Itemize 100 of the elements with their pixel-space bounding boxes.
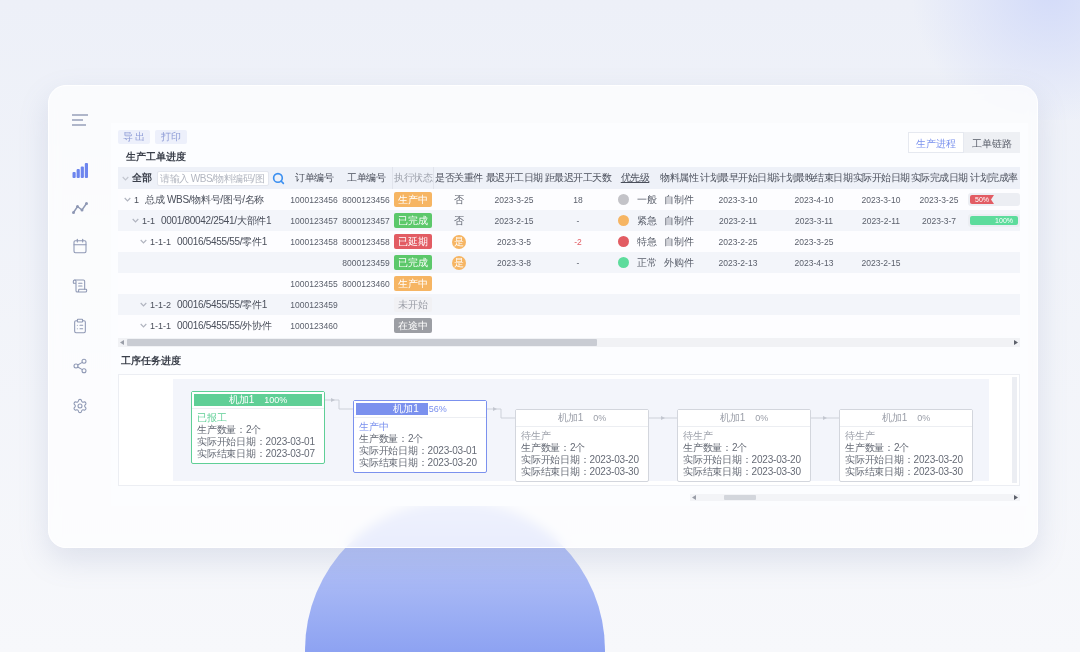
bar-chart-icon[interactable] [72,163,88,178]
table-cell: - [576,256,580,269]
table-cell: 1000123460 [290,319,338,332]
table-cell: 2023-3-11 [794,214,834,227]
table-cell: 1000123456 [290,193,338,206]
node-detail: 实际结束日期：2023-03-30 [683,466,802,478]
table-cell: 2023-4-10 [794,193,834,206]
tree-label[interactable]: 0001/80042/2541/大部件1 [161,214,272,227]
column-header: 工单编号 [347,172,385,184]
tree-label[interactable]: 00016/5455/55/零件1 [177,298,267,311]
scroll-left-icon[interactable] [120,340,124,345]
key-part-badge: 是 [452,255,466,270]
node-title: 机加1 [228,394,255,406]
table-cell: 1000123458 [290,235,338,248]
chevron-down-icon[interactable] [124,197,131,202]
process-node[interactable]: 机加1 0% 待生产 生产数量：2个 实际开始日期：2023-03-20 实际结束日期：2023-03-30 [839,409,973,482]
table-cell: 1000123459 [290,298,338,311]
table-cell: 2023-3-25 [794,235,834,248]
table-cell: 外购件 [664,256,694,269]
table-cell: 2023-2-11 [861,214,901,227]
search-field[interactable]: 请输入 WBS/物料编码/图 [157,170,269,186]
table-cell: 2023-3-5 [497,235,531,248]
table-cell: 一般 [637,193,657,206]
node-detail: 生产数量：2个 [521,442,587,454]
table-cell: 否 [454,214,464,227]
scroll-left-icon[interactable] [692,495,696,500]
table-cell: 8000123460 [342,277,390,290]
table-cell: 2023-3-7 [922,214,956,227]
table-cell: 2023-3-10 [861,193,901,206]
node-detail: 生产数量：2个 [845,442,911,454]
scrollbar-thumb[interactable] [724,495,756,500]
tree-label[interactable]: 00016/5455/55/零件1 [177,235,267,248]
status-tag: 已完成 [394,255,432,270]
column-header: 实际完成日期 [910,172,968,184]
settings-icon[interactable] [72,398,88,414]
table-cell: 2023-3-10 [718,193,758,206]
tab[interactable]: 工单链路 [964,132,1020,153]
table-cell: 正常 [637,256,657,269]
column-header: 实际开始日期 [852,172,910,184]
status-tag: 已完成 [394,213,432,228]
connector-arrow [649,415,677,421]
process-node[interactable]: 机加1 100% 已报工 生产数量：2个 实际开始日期：2023-03-01 实际结束日期：2023-03-07 [191,391,325,464]
share-icon[interactable] [72,358,88,374]
node-title: 机加1 [557,412,584,424]
node-percent: 0% [917,412,931,424]
table-cell: 否 [454,193,464,206]
search-icon[interactable] [272,171,285,185]
chevron-down-icon[interactable] [140,239,147,244]
node-percent: 56% [428,403,447,415]
node-detail: 生产数量：2个 [197,424,263,436]
process-node[interactable]: 机加1 0% 待生产 生产数量：2个 实际开始日期：2023-03-20 实际结束日期：2023-03-30 [515,409,649,482]
all-label[interactable]: 全部 [132,172,152,184]
scroll-right-icon[interactable] [1014,340,1018,345]
table-cell: 2023-4-13 [794,256,834,269]
status-tag: 已延期 [394,234,432,249]
menu-icon[interactable] [72,114,88,126]
table-cell: 2023-2-25 [718,235,758,248]
table-cell: 2023-2-15 [861,256,901,269]
column-header: 距最迟开工天数 [544,172,612,184]
process-node[interactable]: 机加1 0% 待生产 生产数量：2个 实际开始日期：2023-03-20 实际结束日期：2023-03-30 [677,409,811,482]
key-part-badge: 是 [452,234,466,249]
chevron-down-icon[interactable] [140,323,147,328]
document-icon[interactable] [72,278,88,294]
table-cell: 2023-3-25 [919,193,959,206]
node-detail: 实际开始日期：2023-03-20 [845,454,964,466]
table-cell: 8000123457 [342,214,390,227]
table-cell: 18 [573,193,583,206]
node-status: 生产中 [359,421,390,433]
node-percent: 100% [264,394,288,406]
node-status: 已报工 [197,412,228,424]
column-header: 计划完成率 [970,172,1018,184]
column-header: 计划最晚结束日期 [776,172,852,184]
chevron-down-icon[interactable] [140,302,147,307]
scrollbar-thumb[interactable] [127,339,597,346]
node-status: 待生产 [521,430,552,442]
calendar-icon[interactable] [72,238,88,254]
node-detail: 生产数量：2个 [359,433,425,445]
column-header: 计划最早开始日期 [700,172,776,184]
column-header: 订单编号 [295,172,333,184]
tab[interactable]: 生产进程 [908,132,964,153]
caret-icon[interactable] [122,175,129,181]
table-cell: 2023-2-15 [494,214,534,227]
node-status: 待生产 [683,430,714,442]
clipboard-icon[interactable] [72,318,88,334]
tree-label[interactable]: 00016/5455/55/外协件 [177,319,272,332]
node-title: 机加1 [881,412,908,424]
node-detail: 实际开始日期：2023-03-20 [683,454,802,466]
table-cell: 2023-2-11 [718,214,758,227]
line-chart-icon[interactable] [72,202,88,214]
chevron-down-icon[interactable] [132,218,139,223]
scroll-right-icon[interactable] [1014,495,1018,500]
table-cell: -2 [574,235,582,248]
column-header: 最迟开工日期 [485,172,543,184]
table-cell: 自制件 [664,235,694,248]
node-title: 机加1 [393,403,419,415]
process-node[interactable]: 机加1 56% 生产中 生产数量：2个 实际开始日期：2023-03-01 实际结束日期：2023-03-20 [353,400,487,473]
status-tag: 在途中 [394,318,432,333]
tree-code: 1-1-2 [150,298,171,311]
table-cell: 紧急 [637,214,657,227]
tree-label[interactable]: 总成 WBS/物料号/图号/名称 [145,193,265,206]
